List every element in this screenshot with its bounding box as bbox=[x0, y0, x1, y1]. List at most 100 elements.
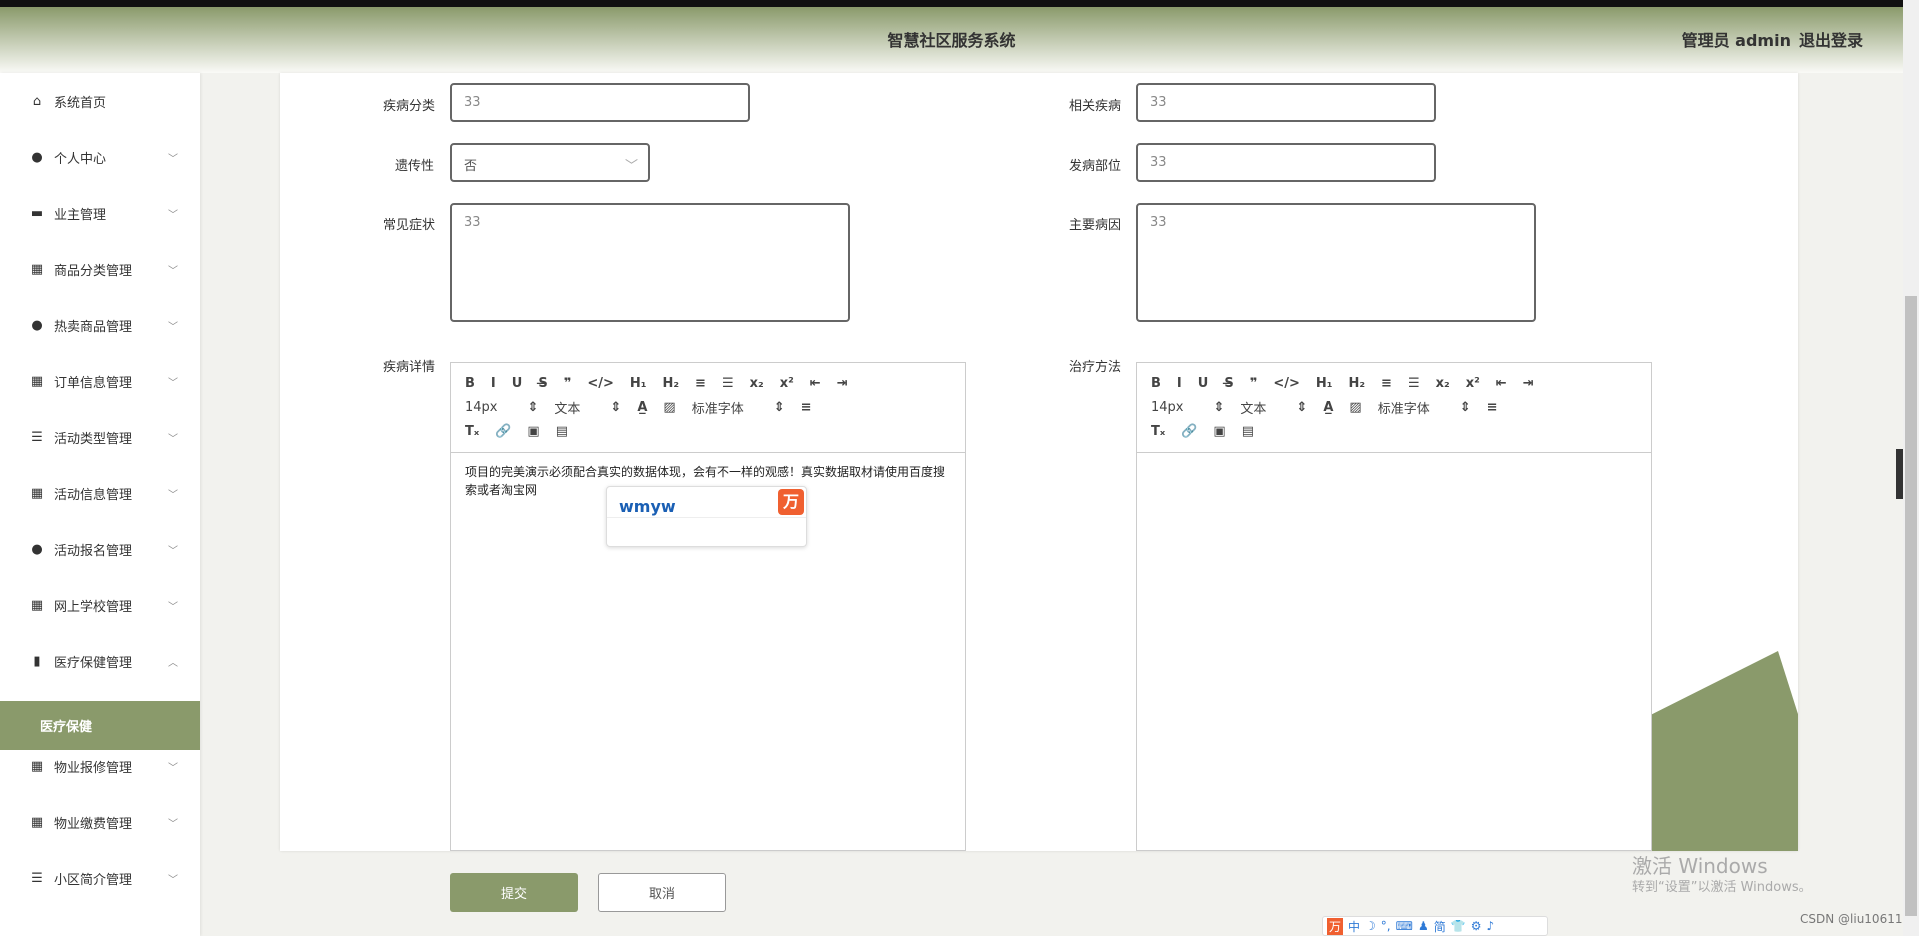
sidebar-item[interactable]: ▮ 医疗保健管理 ︿ bbox=[0, 633, 200, 689]
video-icon[interactable]: ▤ bbox=[1242, 424, 1254, 439]
subscript-icon[interactable]: x₂ bbox=[1436, 376, 1450, 391]
cause-label: 主要病因 bbox=[1069, 218, 1122, 233]
outdent-icon[interactable]: ⇤ bbox=[810, 376, 821, 391]
sidebar-item[interactable]: ▦ 物业缴费管理 ﹀ bbox=[0, 794, 200, 850]
sidebar-item[interactable]: ▬ 业主管理 ﹀ bbox=[0, 185, 200, 241]
sidebar-item-label: 业主管理 bbox=[54, 207, 107, 223]
sidebar-item[interactable]: ● 热卖商品管理 ﹀ bbox=[0, 297, 200, 353]
font-size-select[interactable]: 14px bbox=[465, 400, 498, 415]
ime-tray-icon[interactable]: 👕 bbox=[1451, 919, 1466, 933]
sidebar-item-label: 物业缴费管理 bbox=[54, 816, 133, 832]
chevron-icon[interactable]: ⇕ bbox=[1460, 400, 1471, 415]
chevron-icon[interactable]: ⇕ bbox=[1296, 400, 1307, 415]
cancel-button[interactable]: 取消 bbox=[598, 873, 726, 912]
chevron-icon[interactable]: ⇕ bbox=[1214, 400, 1225, 415]
align-icon[interactable]: ≡ bbox=[1487, 400, 1498, 415]
chevron-icon[interactable]: ⇕ bbox=[528, 400, 539, 415]
ordered-list-icon[interactable]: ≡ bbox=[695, 376, 706, 391]
link-icon[interactable]: 🔗 bbox=[1181, 424, 1197, 439]
detail-label: 疾病详情 bbox=[383, 360, 436, 375]
superscript-icon[interactable]: x² bbox=[1466, 376, 1480, 391]
treatment-label: 治疗方法 bbox=[1069, 360, 1122, 375]
treatment-editor: B I U S̶ ❞ </> H₁ H₂ ≡ ☰ x₂ x² ⇤ ⇥ 14px ⇕ 文本 ⇕ A̲ ▨ 标准字体 ⇕ ≡ Tₓ… bbox=[1136, 362, 1652, 851]
image-icon[interactable]: ▣ bbox=[1213, 424, 1225, 439]
strikethrough-icon[interactable]: S̶ bbox=[538, 376, 547, 391]
font-color-icon[interactable]: A̲ bbox=[637, 400, 647, 415]
ime-tray-icon[interactable]: °, bbox=[1381, 919, 1391, 933]
chevron-icon: ﹀ bbox=[168, 153, 178, 165]
ime-tray-icon[interactable]: 中 bbox=[1348, 918, 1360, 935]
grid-icon: ▦ bbox=[30, 373, 44, 389]
link-icon[interactable]: 🔗 bbox=[495, 424, 511, 439]
superscript-icon[interactable]: x² bbox=[780, 376, 794, 391]
sidebar-item[interactable]: ▦ 物业报修管理 ﹀ bbox=[0, 738, 200, 794]
sidebar-item[interactable]: ● 活动报名管理 ﹀ bbox=[0, 521, 200, 577]
subscript-icon[interactable]: x₂ bbox=[750, 376, 764, 391]
ordered-list-icon[interactable]: ≡ bbox=[1381, 376, 1392, 391]
category-input[interactable]: 33 bbox=[450, 83, 750, 122]
underline-icon[interactable]: U bbox=[512, 376, 523, 391]
font-size-select[interactable]: 14px bbox=[1151, 400, 1184, 415]
block-type-select[interactable]: 文本 bbox=[554, 398, 580, 417]
code-icon[interactable]: </> bbox=[587, 376, 614, 391]
background-color-icon[interactable]: ▨ bbox=[1349, 400, 1361, 415]
submit-button[interactable]: 提交 bbox=[450, 873, 578, 912]
sidebar-item[interactable]: ▦ 商品分类管理 ﹀ bbox=[0, 241, 200, 297]
ime-tray-icon[interactable]: ☽ bbox=[1365, 919, 1376, 933]
image-icon[interactable]: ▣ bbox=[527, 424, 539, 439]
font-family-select[interactable]: 标准字体 bbox=[692, 398, 744, 417]
block-type-select[interactable]: 文本 bbox=[1240, 398, 1266, 417]
symptoms-textarea[interactable]: 33 bbox=[450, 203, 850, 322]
italic-icon[interactable]: I bbox=[491, 376, 496, 391]
ime-logo-icon[interactable]: 万 bbox=[1327, 917, 1344, 935]
ime-tray-icon[interactable]: ♪ bbox=[1486, 919, 1494, 933]
chevron-icon: ﹀ bbox=[168, 321, 178, 333]
ime-tray-icon[interactable]: ⚙ bbox=[1471, 919, 1482, 933]
ime-tray-icon[interactable]: ♟ bbox=[1418, 919, 1429, 933]
bullet-list-icon[interactable]: ☰ bbox=[722, 376, 734, 391]
outdent-icon[interactable]: ⇤ bbox=[1496, 376, 1507, 391]
chevron-icon[interactable]: ⇕ bbox=[610, 400, 621, 415]
font-family-select[interactable]: 标准字体 bbox=[1378, 398, 1430, 417]
quote-icon[interactable]: ❞ bbox=[564, 376, 572, 391]
indent-icon[interactable]: ⇥ bbox=[1523, 376, 1534, 391]
sidebar-item[interactable]: ⌂ 系统首页 bbox=[0, 73, 200, 129]
bold-icon[interactable]: B bbox=[465, 376, 475, 391]
h1-icon[interactable]: H₁ bbox=[630, 376, 647, 391]
indent-icon[interactable]: ⇥ bbox=[837, 376, 848, 391]
background-color-icon[interactable]: ▨ bbox=[663, 400, 675, 415]
align-icon[interactable]: ≡ bbox=[801, 400, 812, 415]
sidebar-item[interactable]: ▦ 订单信息管理 ﹀ bbox=[0, 353, 200, 409]
bold-icon[interactable]: B bbox=[1151, 376, 1161, 391]
ime-tray-icon[interactable]: ⌨ bbox=[1396, 919, 1413, 933]
treatment-editor-content[interactable] bbox=[1137, 453, 1651, 843]
user-area: 管理员 admin 退出登录 bbox=[1682, 27, 1863, 51]
bullet-list-icon[interactable]: ☰ bbox=[1408, 376, 1420, 391]
logout-link[interactable]: 退出登录 bbox=[1799, 31, 1863, 50]
h1-icon[interactable]: H₁ bbox=[1316, 376, 1333, 391]
ime-tray-icon[interactable]: 简 bbox=[1434, 918, 1446, 935]
sidebar-item[interactable]: ☰ 小区简介管理 ﹀ bbox=[0, 850, 200, 906]
h2-icon[interactable]: H₂ bbox=[1348, 376, 1365, 391]
scrollbar-thumb[interactable] bbox=[1905, 296, 1917, 916]
underline-icon[interactable]: U bbox=[1198, 376, 1209, 391]
h2-icon[interactable]: H₂ bbox=[662, 376, 679, 391]
cause-textarea[interactable]: 33 bbox=[1136, 203, 1536, 322]
chevron-icon[interactable]: ⇕ bbox=[774, 400, 785, 415]
strikethrough-icon[interactable]: S̶ bbox=[1224, 376, 1233, 391]
clear-format-icon[interactable]: Tₓ bbox=[465, 424, 479, 439]
italic-icon[interactable]: I bbox=[1177, 376, 1182, 391]
hereditary-select[interactable]: 否 ﹀ bbox=[450, 143, 650, 182]
video-icon[interactable]: ▤ bbox=[556, 424, 568, 439]
code-icon[interactable]: </> bbox=[1273, 376, 1300, 391]
site-input[interactable]: 33 bbox=[1136, 143, 1436, 182]
clear-format-icon[interactable]: Tₓ bbox=[1151, 424, 1165, 439]
quote-icon[interactable]: ❞ bbox=[1250, 376, 1258, 391]
sidebar-item[interactable]: ☰ 活动类型管理 ﹀ bbox=[0, 409, 200, 465]
scrollbar[interactable] bbox=[1903, 0, 1919, 936]
sidebar-item[interactable]: ▦ 网上学校管理 ﹀ bbox=[0, 577, 200, 633]
sidebar-item[interactable]: ● 个人中心 ﹀ bbox=[0, 129, 200, 185]
sidebar-item[interactable]: ▦ 活动信息管理 ﹀ bbox=[0, 465, 200, 521]
font-color-icon[interactable]: A̲ bbox=[1323, 400, 1333, 415]
related-input[interactable]: 33 bbox=[1136, 83, 1436, 122]
